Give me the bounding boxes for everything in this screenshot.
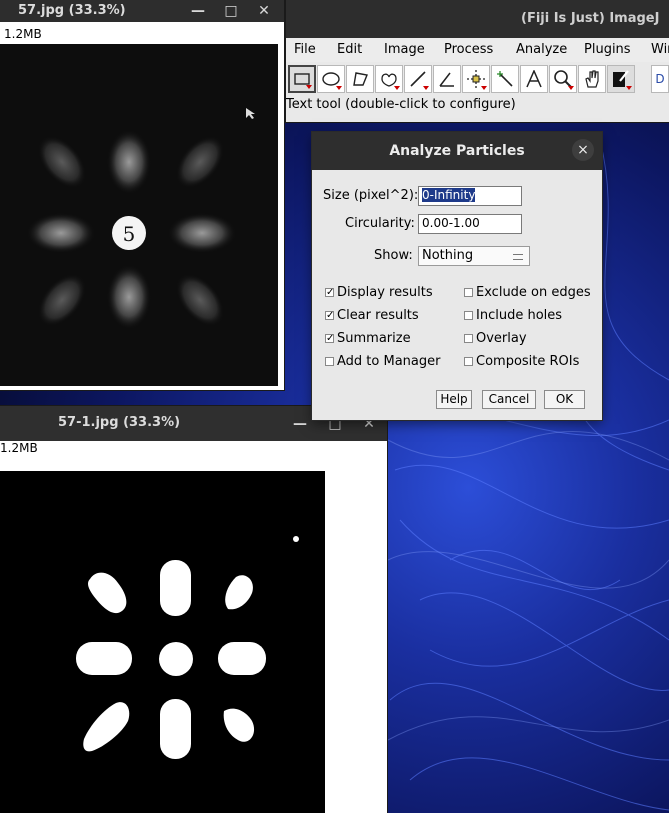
point-tool-icon[interactable] bbox=[462, 65, 490, 93]
image-info: 1.2MB bbox=[4, 27, 42, 41]
dropdown-grip-icon bbox=[513, 254, 523, 260]
polygon-tool-icon[interactable] bbox=[346, 65, 374, 93]
close-icon[interactable]: × bbox=[572, 139, 594, 161]
composite-rois-checkbox[interactable]: Composite ROIs bbox=[464, 354, 579, 369]
text-tool-icon[interactable] bbox=[520, 65, 548, 93]
dev-tool-label: D bbox=[655, 72, 665, 86]
wand-tool-icon[interactable] bbox=[491, 65, 519, 93]
toolbar: D bbox=[286, 63, 669, 95]
checkbox-box bbox=[464, 288, 473, 297]
menu-file[interactable]: File bbox=[294, 42, 316, 57]
checkbox-label: Clear results bbox=[337, 308, 419, 323]
checkbox-label: Summarize bbox=[337, 331, 411, 346]
help-button[interactable]: Help bbox=[436, 390, 472, 409]
window-title: 57-1.jpg (33.3%) bbox=[58, 415, 181, 430]
freehand-tool-icon[interactable] bbox=[375, 65, 403, 93]
show-label: Show: bbox=[374, 248, 413, 263]
image-info: 1.2MB bbox=[0, 441, 38, 455]
center-label: 5 bbox=[123, 222, 136, 246]
menu-process[interactable]: Process bbox=[444, 42, 493, 57]
clear-results-checkbox[interactable]: ✓ Clear results bbox=[325, 308, 419, 323]
menu-image[interactable]: Image bbox=[384, 42, 425, 57]
dev-tool-button[interactable]: D bbox=[651, 65, 669, 93]
show-dropdown[interactable]: Nothing bbox=[418, 246, 530, 266]
maximize-button[interactable]: □ bbox=[221, 1, 241, 21]
size-input[interactable]: 0-Infinity bbox=[418, 186, 522, 206]
menu-analyze[interactable]: Analyze bbox=[516, 42, 567, 57]
image-canvas[interactable] bbox=[0, 471, 325, 813]
add-to-manager-checkbox[interactable]: Add to Manager bbox=[325, 354, 440, 369]
checkbox-box bbox=[464, 334, 473, 343]
checkbox-label: Display results bbox=[337, 285, 433, 300]
menu-window[interactable]: Win bbox=[651, 42, 669, 57]
image-window-57-1[interactable]: 57-1.jpg (33.3%) — □ ✕ 1.2MB bbox=[0, 406, 387, 813]
display-results-checkbox[interactable]: ✓ Display results bbox=[325, 285, 433, 300]
cancel-button[interactable]: Cancel bbox=[482, 390, 536, 409]
checkbox-box bbox=[325, 357, 334, 366]
oval-tool-icon[interactable] bbox=[317, 65, 345, 93]
circularity-label: Circularity: bbox=[345, 216, 415, 231]
ok-button[interactable]: OK bbox=[544, 390, 585, 409]
angle-tool-icon[interactable] bbox=[433, 65, 461, 93]
size-label: Size (pixel^2): bbox=[323, 188, 419, 203]
menu-bar: File Edit Image Process Analyze Plugins … bbox=[286, 38, 669, 62]
circularity-input[interactable]: 0.00-1.00 bbox=[418, 214, 522, 234]
window-titlebar[interactable]: 57.jpg (33.3%) — □ ✕ bbox=[0, 0, 284, 22]
dialog-title: Analyze Particles bbox=[312, 132, 602, 170]
size-value: 0-Infinity bbox=[422, 188, 476, 202]
overlay-checkbox[interactable]: Overlay bbox=[464, 331, 527, 346]
image-canvas[interactable]: 5 bbox=[0, 44, 278, 386]
rectangle-tool-icon[interactable] bbox=[288, 65, 316, 93]
checkbox-box bbox=[464, 311, 473, 320]
hand-tool-icon[interactable] bbox=[578, 65, 606, 93]
checkbox-box bbox=[464, 357, 473, 366]
close-button[interactable]: ✕ bbox=[254, 1, 274, 21]
menu-plugins[interactable]: Plugins bbox=[584, 42, 631, 57]
summarize-checkbox[interactable]: ✓ Summarize bbox=[325, 331, 411, 346]
checkbox-label: Add to Manager bbox=[337, 354, 441, 369]
line-tool-icon[interactable] bbox=[404, 65, 432, 93]
status-bar: Text tool (double-click to configure) bbox=[286, 97, 516, 112]
checkbox-label: Composite ROIs bbox=[476, 354, 580, 369]
imagej-main-window[interactable]: (Fiji Is Just) ImageJ File Edit Image Pr… bbox=[286, 0, 669, 122]
include-holes-checkbox[interactable]: Include holes bbox=[464, 308, 562, 323]
window-title: 57.jpg (33.3%) bbox=[18, 3, 126, 18]
checkbox-box: ✓ bbox=[325, 287, 335, 298]
imagej-titlebar[interactable]: (Fiji Is Just) ImageJ bbox=[286, 0, 669, 38]
checkbox-label: Include holes bbox=[476, 308, 563, 323]
analyze-particles-dialog[interactable]: Analyze Particles × Size (pixel^2): 0-In… bbox=[312, 132, 602, 420]
zoom-tool-icon[interactable] bbox=[549, 65, 577, 93]
checkbox-label: Overlay bbox=[476, 331, 527, 346]
checkbox-box: ✓ bbox=[325, 333, 335, 344]
checkbox-label: Exclude on edges bbox=[476, 285, 591, 300]
minimize-button[interactable]: — bbox=[188, 1, 208, 21]
exclude-on-edges-checkbox[interactable]: Exclude on edges bbox=[464, 285, 591, 300]
show-value: Nothing bbox=[422, 248, 474, 263]
image-window-57[interactable]: 57.jpg (33.3%) — □ ✕ 1.2MB 5 bbox=[0, 0, 284, 390]
menu-edit[interactable]: Edit bbox=[337, 42, 362, 57]
mouse-cursor-icon bbox=[246, 108, 255, 119]
imagej-title: (Fiji Is Just) ImageJ bbox=[521, 11, 660, 26]
checkbox-box: ✓ bbox=[325, 310, 335, 321]
minimize-button[interactable]: — bbox=[290, 414, 310, 434]
color-picker-icon[interactable] bbox=[607, 65, 635, 93]
